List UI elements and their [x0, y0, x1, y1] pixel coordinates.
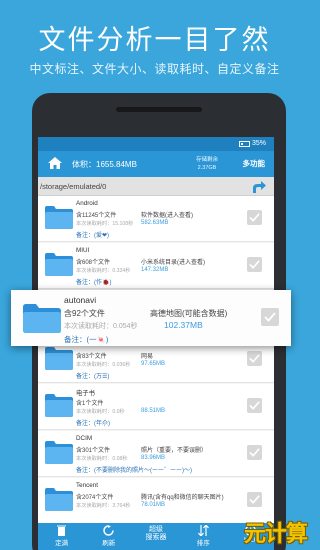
folder-size: 88.51MB: [141, 408, 166, 414]
popup-checkbox[interactable]: [261, 308, 279, 326]
nav-refresh[interactable]: 刷新: [85, 523, 132, 550]
storage-label: 存储剩余: [196, 157, 219, 163]
folder-note[interactable]: 备注：(万☰): [76, 371, 109, 380]
read-time: 本次读取耗时：3.764秒: [76, 503, 131, 509]
folder-row[interactable]: Tencent 含2074个文件 腾讯(含有qq和微信的聊天图片) 本次读取耗时：3.…: [38, 478, 274, 524]
folder-icon: [23, 304, 61, 333]
folder-note[interactable]: 备注：(作🐞): [76, 277, 111, 286]
delete-icon: [57, 525, 67, 536]
popup-size: 102.37MB: [164, 320, 203, 330]
check-icon: [249, 213, 260, 222]
popup-description: 高德地图(可能含数据): [150, 309, 228, 318]
refresh-icon: [103, 525, 115, 536]
nav-sort[interactable]: 排序: [180, 523, 227, 550]
file-count: 含2074个文件: [76, 495, 114, 501]
popup-note[interactable]: 备注：(一🍬): [64, 334, 108, 345]
watermark-logo: 元计算: [243, 522, 308, 547]
folder-size: 147.32MB: [141, 267, 169, 273]
read-time: 本次读取耗时：15.108秒: [76, 221, 134, 227]
popup-read-time: 本次读取耗时：0.054秒: [64, 323, 138, 330]
folder-size: 97.65MB: [141, 361, 166, 367]
current-path: /storage/emulated/0: [40, 182, 107, 191]
folder-description: 腾讯(含有qq和微信的聊天图片): [141, 495, 224, 501]
popup-file-count: 含92个文件: [64, 309, 105, 318]
read-time: 本次读取耗时：0.036秒: [76, 362, 131, 368]
battery-percent: 35%: [251, 140, 266, 147]
promo-subtitle: 中文标注、文件大小、读取耗时、自定义备注: [29, 62, 280, 76]
nav-search-label-1: 超级: [149, 526, 163, 533]
check-icon: [249, 448, 260, 457]
folder-size: 83.96MB: [141, 455, 166, 461]
row-checkbox[interactable]: [247, 445, 262, 460]
bottom-toolbar: 定满 刷新 超级 搜索器 排序 MiUI: [38, 523, 274, 550]
folder-icon: [45, 488, 73, 511]
row-checkbox[interactable]: [247, 210, 262, 225]
folder-description: 小米系统目录(进入查看): [141, 260, 205, 266]
battery-icon: [238, 140, 250, 147]
nav-delete[interactable]: 定满: [38, 523, 85, 550]
battery-indicator: 35%: [238, 140, 266, 147]
popup-folder-name: autonavi: [64, 295, 97, 305]
folder-name: Tencent: [76, 482, 99, 489]
folder-icon: [45, 253, 73, 276]
read-time: 本次读取耗时：0.08秒: [76, 456, 128, 462]
folder-row[interactable]: Android 含11245个文件 软件数据(进入查看) 本次读取耗时：15.108秒…: [38, 196, 274, 242]
folder-note[interactable]: 备注：(年尒): [76, 418, 110, 427]
folder-name: 电子书: [76, 390, 95, 397]
folder-name: DCIM: [76, 435, 93, 442]
storage-remaining: 存储剩余 2.37GB: [196, 156, 218, 172]
file-count: 含83个文件: [76, 354, 107, 360]
file-count: 含301个文件: [76, 448, 111, 454]
check-icon: [249, 354, 260, 363]
row-checkbox[interactable]: [247, 398, 262, 413]
folder-description: 照片（重要，不要误删）: [141, 448, 208, 454]
storage-value: 2.37GB: [197, 165, 217, 171]
folder-note[interactable]: 备注：(不要删除我的照片～(ーー゛ーー)～): [76, 465, 192, 474]
folder-name: Android: [76, 200, 98, 207]
file-count: 含1个文件: [76, 401, 104, 407]
folder-icon: [45, 394, 73, 417]
more-functions-button[interactable]: 多功能: [243, 158, 266, 169]
phone-speaker: [116, 107, 202, 112]
sort-icon: [197, 525, 209, 536]
check-icon: [264, 312, 276, 322]
promo-title: 文件分析一目了然: [38, 25, 271, 56]
folder-note[interactable]: 备注：(爱❤): [76, 230, 109, 239]
go-up-arrow-icon[interactable]: [251, 179, 267, 194]
folder-row[interactable]: DCIM 含301个文件 照片（重要，不要误删） 本次读取耗时：0.08秒 83.96M…: [38, 431, 274, 477]
app-header: 体积：1655.84MB 存储剩余 2.37GB 多功能: [38, 151, 274, 177]
folder-icon: [45, 206, 73, 229]
path-bar: /storage/emulated/0: [38, 177, 274, 196]
folder-name: MIUI: [76, 247, 90, 254]
folder-detail-popup[interactable]: autonavi 含92个文件 高德地图(可能含数据) 本次读取耗时：0.054…: [11, 290, 291, 346]
nav-delete-label: 定满: [55, 540, 69, 547]
row-checkbox[interactable]: [247, 492, 262, 507]
folder-icon: [45, 441, 73, 464]
status-bar: 35%: [38, 137, 274, 151]
total-volume: 体积：1655.84MB: [72, 160, 137, 169]
row-checkbox[interactable]: [247, 257, 262, 272]
folder-description: 网易: [141, 354, 154, 360]
read-time: 本次读取耗时：0.334秒: [76, 268, 131, 274]
check-icon: [249, 401, 260, 410]
read-time: 本次读取耗时：0.0秒: [76, 409, 125, 415]
folder-row[interactable]: MIUI 含608个文件 小米系统目录(进入查看) 本次读取耗时：0.334秒 147.…: [38, 243, 274, 289]
home-icon[interactable]: [48, 157, 62, 169]
folder-size: 582.63MB: [141, 220, 169, 226]
folder-row[interactable]: 电子书含1个文件本次读取耗时：0.0秒 88.51MB 备注：(年尒): [38, 384, 274, 430]
nav-refresh-label: 刷新: [102, 540, 116, 547]
nav-super-search[interactable]: 超级 搜索器: [132, 523, 179, 550]
file-count: 含608个文件: [76, 260, 111, 266]
folder-icon: [45, 347, 73, 370]
nav-search-label-2: 搜索器: [145, 534, 167, 541]
row-checkbox[interactable]: [247, 351, 262, 366]
nav-sort-label: 排序: [196, 540, 210, 547]
check-icon: [249, 260, 260, 269]
folder-size: 78.01MB: [141, 502, 166, 508]
check-icon: [249, 495, 260, 504]
folder-description: 软件数据(进入查看): [141, 213, 193, 219]
file-count: 含11245个文件: [76, 213, 117, 219]
